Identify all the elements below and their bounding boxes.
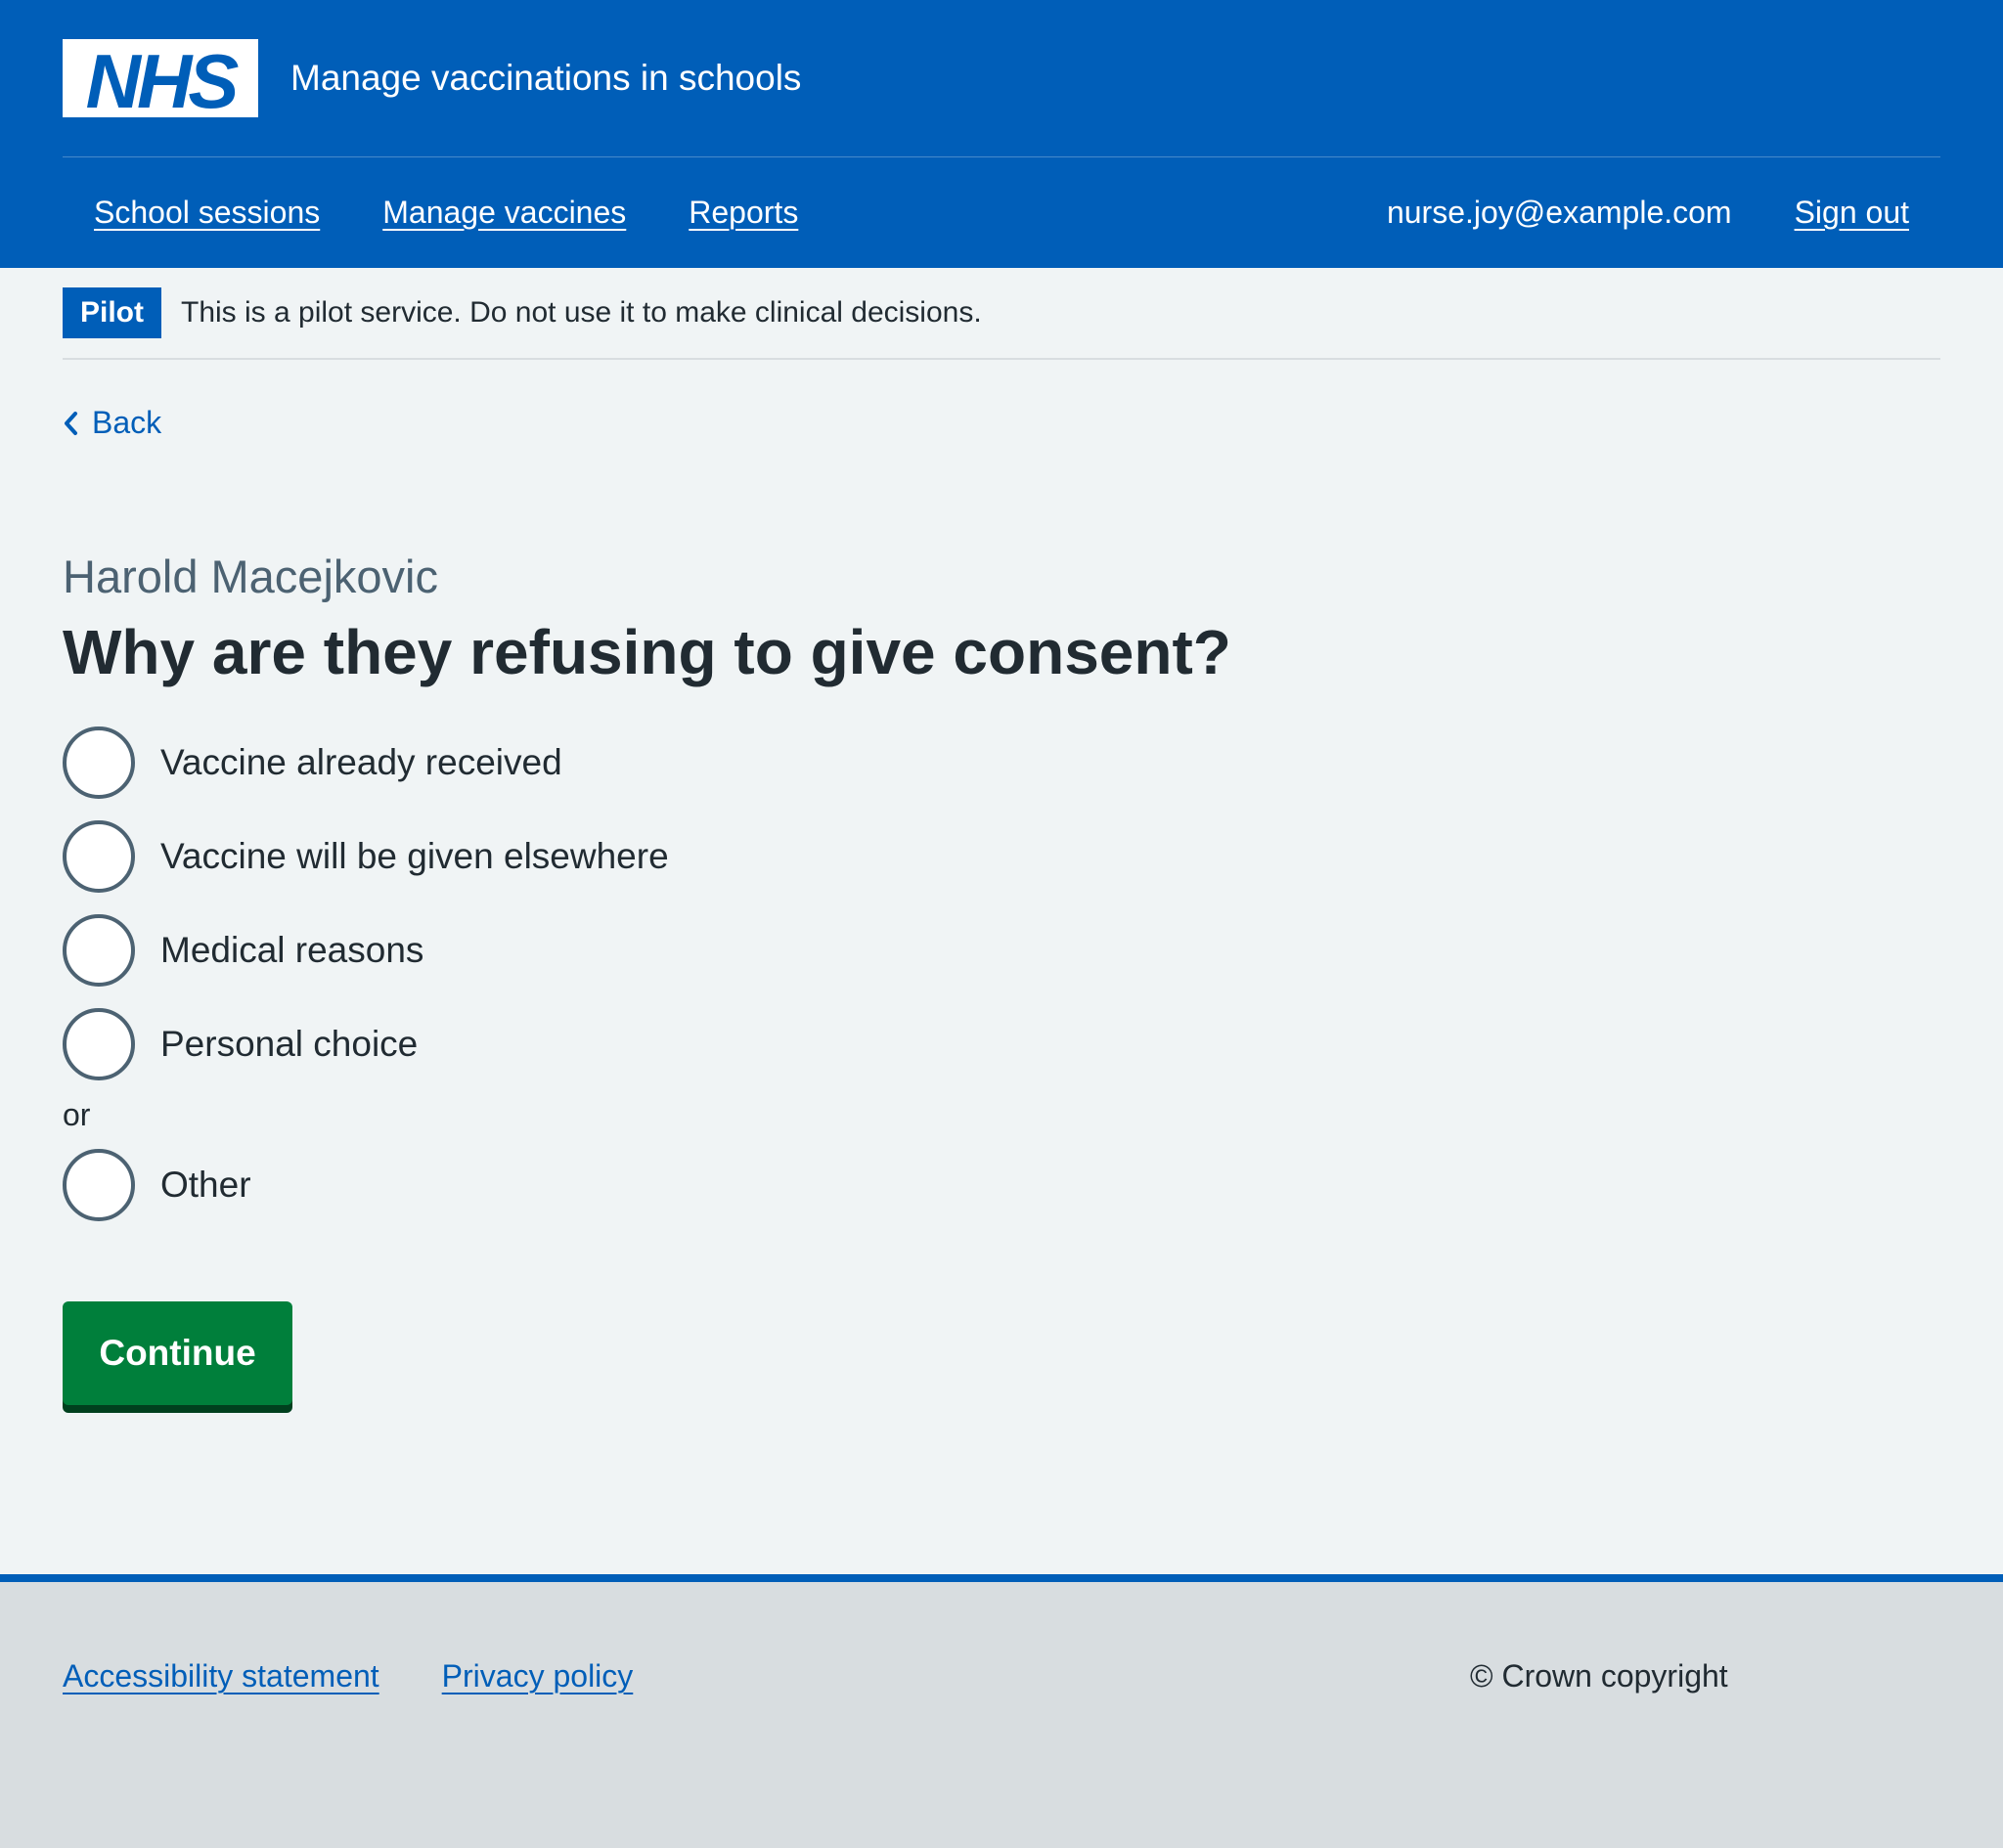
back-link-label: Back (92, 405, 162, 440)
site-header: NHS Manage vaccinations in schools Schoo… (0, 0, 2003, 268)
radio-label[interactable]: Personal choice (160, 1024, 418, 1065)
copyright-notice: © Crown copyright (1470, 1658, 1728, 1694)
radio-label[interactable]: Other (160, 1165, 251, 1206)
continue-button[interactable]: Continue (63, 1301, 292, 1405)
radio-vaccine-already-received[interactable]: Vaccine already received (63, 724, 669, 802)
nav-manage-vaccines[interactable]: Manage vaccines (382, 195, 626, 231)
radio-button[interactable] (63, 820, 135, 893)
pilot-tag: Pilot (63, 287, 161, 338)
page-title: Why are they refusing to give consent? (63, 617, 1231, 687)
radio-vaccine-given-elsewhere[interactable]: Vaccine will be given elsewhere (63, 817, 669, 896)
service-name[interactable]: Manage vaccinations in schools (290, 58, 801, 99)
nhs-logo[interactable]: NHS (63, 39, 258, 117)
header-top: NHS Manage vaccinations in schools (63, 39, 801, 117)
radio-other[interactable]: Other (63, 1146, 669, 1224)
radio-label[interactable]: Medical reasons (160, 930, 423, 971)
radio-label[interactable]: Vaccine will be given elsewhere (160, 836, 669, 877)
nav-reports[interactable]: Reports (689, 195, 798, 231)
radio-divider-or: or (63, 1097, 91, 1132)
sign-out-link[interactable]: Sign out (1795, 195, 1909, 231)
chevron-left-icon (65, 411, 77, 435)
radio-button[interactable] (63, 1149, 135, 1221)
site-footer: Accessibility statement Privacy policy ©… (0, 1574, 2003, 1848)
radio-button[interactable] (63, 1008, 135, 1080)
pilot-banner-text: This is a pilot service. Do not use it t… (181, 296, 982, 329)
footer-link-privacy[interactable]: Privacy policy (442, 1658, 634, 1694)
radio-button[interactable] (63, 914, 135, 987)
radio-medical-reasons[interactable]: Medical reasons (63, 911, 669, 990)
svg-text:NHS: NHS (86, 39, 240, 117)
radio-button[interactable] (63, 726, 135, 799)
radio-personal-choice[interactable]: Personal choice (63, 1005, 669, 1083)
pilot-banner: Pilot This is a pilot service. Do not us… (63, 268, 1940, 360)
primary-navigation: School sessions Manage vaccines Reports … (63, 156, 1940, 268)
footer-link-accessibility[interactable]: Accessibility statement (63, 1658, 379, 1694)
radio-label[interactable]: Vaccine already received (160, 742, 562, 783)
nav-school-sessions[interactable]: School sessions (94, 195, 320, 231)
user-email: nurse.joy@example.com (1386, 194, 1732, 230)
refusal-reason-radios: Vaccine already received Vaccine will be… (63, 724, 669, 1240)
patient-name-caption: Harold Macejkovic (63, 550, 438, 602)
back-link[interactable]: Back (63, 405, 161, 441)
footer-links: Accessibility statement Privacy policy (63, 1658, 695, 1694)
